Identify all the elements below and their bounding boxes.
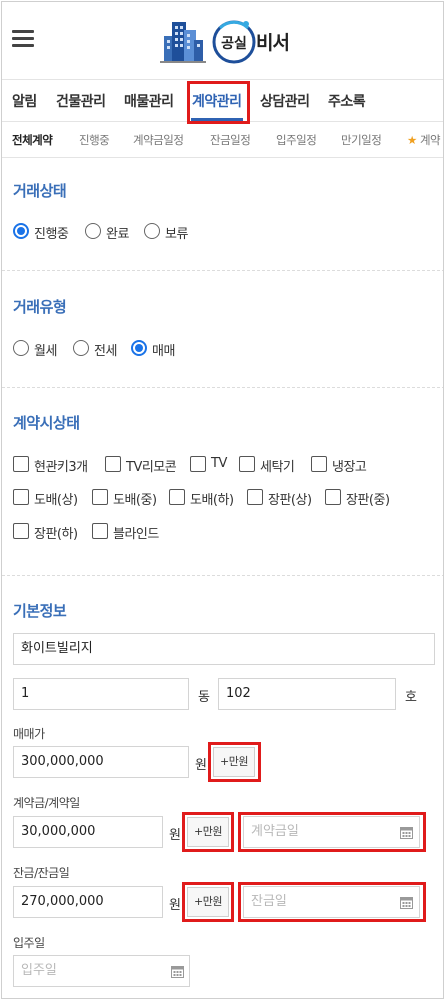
subtab-move-in-schedule[interactable]: 입주일정 <box>276 132 317 148</box>
checkbox-label-blinds: 블라인드 <box>113 527 159 542</box>
deposit-add-manwon-button[interactable]: +만원 <box>187 817 229 847</box>
calendar-icon[interactable] <box>400 826 413 839</box>
radio-status-hold[interactable] <box>144 223 160 239</box>
deposit-input[interactable]: 30,000,000 <box>13 816 163 848</box>
deposit-date-input[interactable]: 계약금일 <box>243 816 420 848</box>
tab-consultation-management[interactable]: 상담관리 <box>260 91 310 111</box>
building-name-input[interactable]: 화이트빌리지 <box>13 633 435 665</box>
checkbox-label-wallpaper-low: 도배(하) <box>190 493 234 508</box>
balance-won-label: 원 <box>169 898 181 913</box>
tab-notifications[interactable]: 알림 <box>12 91 37 111</box>
checkbox-label-floor-high: 장판(상) <box>268 493 312 508</box>
radio-type-sale[interactable] <box>131 340 147 356</box>
subtab-in-progress[interactable]: 진행중 <box>79 132 110 148</box>
section-title-deal-type: 거래유형 <box>13 298 67 316</box>
checkbox-label-floor-low: 장판(하) <box>34 527 78 542</box>
section-divider <box>2 387 443 388</box>
section-title-contract-state: 계약시상태 <box>13 414 80 432</box>
radio-status-complete[interactable] <box>85 223 101 239</box>
checkbox-label-floor-mid: 장판(중) <box>346 493 390 508</box>
tab-address-book[interactable]: 주소록 <box>328 91 366 111</box>
tab-building-management[interactable]: 건물관리 <box>56 91 106 111</box>
section-divider <box>2 575 443 576</box>
calendar-icon[interactable] <box>400 896 413 909</box>
dong-input[interactable]: 1 <box>13 678 189 710</box>
ho-unit-label: 호 <box>405 690 417 705</box>
section-divider <box>2 270 443 271</box>
sub-tab-bar: 전체계약 진행중 계약금일정 잔금일정 입주일정 만기일정 ★ 계약 <box>2 122 443 158</box>
subtab-deposit-schedule[interactable]: 계약금일정 <box>133 132 184 148</box>
subtab-expiry-schedule[interactable]: 만기일정 <box>341 132 382 148</box>
checkbox-label-washer: 세탁기 <box>260 460 295 475</box>
dong-unit-label: 동 <box>198 690 210 705</box>
deposit-won-label: 원 <box>169 828 181 843</box>
radio-type-jeonse[interactable] <box>73 340 89 356</box>
checkbox-label-wallpaper-mid: 도배(중) <box>113 493 157 508</box>
radio-label-in-progress: 진행중 <box>34 227 69 242</box>
balance-add-manwon-button[interactable]: +만원 <box>187 887 229 917</box>
checkbox-label-entrance-keys: 현관키3개 <box>34 460 88 475</box>
subtab-favorite-label: 계약 <box>419 133 441 147</box>
checkbox-label-wallpaper-high: 도배(상) <box>34 493 78 508</box>
section-title-deal-status: 거래상태 <box>13 182 67 200</box>
radio-label-monthly: 월세 <box>34 344 57 359</box>
checkbox-floor-high[interactable] <box>247 489 263 505</box>
subtab-all-contracts[interactable]: 전체계약 <box>12 132 53 148</box>
calendar-icon[interactable] <box>171 965 184 978</box>
checkbox-label-tv-remote: TV리모콘 <box>126 460 177 475</box>
sale-price-label: 매매가 <box>13 727 45 741</box>
checkbox-floor-low[interactable] <box>13 523 29 539</box>
checkbox-wallpaper-high[interactable] <box>13 489 29 505</box>
radio-status-in-progress[interactable] <box>13 223 29 239</box>
mobile-frame: 공실 비서 알림 건물관리 매물관리 계약관리 상담관리 주소록 전체계약 진행… <box>1 1 444 999</box>
menu-icon[interactable] <box>12 30 34 48</box>
sale-price-won-label: 원 <box>195 758 207 773</box>
tab-contract-management[interactable]: 계약관리 <box>192 91 242 111</box>
sale-price-add-manwon-button[interactable]: +만원 <box>213 747 255 777</box>
checkbox-washer[interactable] <box>239 456 255 472</box>
radio-label-sale: 매매 <box>152 344 175 359</box>
star-icon: ★ <box>407 133 417 147</box>
balance-date-input[interactable]: 잔금일 <box>243 886 420 918</box>
checkbox-floor-mid[interactable] <box>325 489 341 505</box>
logo-text-main: 공실 <box>221 36 247 52</box>
checkbox-label-tv: TV <box>211 456 227 471</box>
checkbox-tv[interactable] <box>190 456 206 472</box>
move-in-date-input[interactable]: 입주일 <box>13 955 190 987</box>
ho-input[interactable]: 102 <box>218 678 396 710</box>
active-tab-underline <box>191 118 243 121</box>
app-header: 공실 비서 <box>2 2 443 80</box>
section-title-basic-info: 기본정보 <box>13 602 67 620</box>
move-in-label: 입주일 <box>13 936 45 950</box>
checkbox-wallpaper-low[interactable] <box>169 489 185 505</box>
checkbox-wallpaper-mid[interactable] <box>92 489 108 505</box>
subtab-balance-schedule[interactable]: 잔금일정 <box>210 132 251 148</box>
tab-listing-management[interactable]: 매물관리 <box>124 91 174 111</box>
sale-price-input[interactable]: 300,000,000 <box>13 746 189 778</box>
checkbox-blinds[interactable] <box>92 523 108 539</box>
radio-label-complete: 완료 <box>106 227 129 242</box>
main-tab-bar: 알림 건물관리 매물관리 계약관리 상담관리 주소록 <box>2 80 443 122</box>
radio-type-monthly[interactable] <box>13 340 29 356</box>
checkbox-label-fridge: 냉장고 <box>332 460 367 475</box>
deposit-label: 계약금/계약일 <box>13 796 80 810</box>
radio-label-jeonse: 전세 <box>94 344 117 359</box>
checkbox-fridge[interactable] <box>311 456 327 472</box>
checkbox-entrance-keys[interactable] <box>13 456 29 472</box>
subtab-favorite-contracts[interactable]: ★ 계약 <box>407 132 441 148</box>
balance-input[interactable]: 270,000,000 <box>13 886 163 918</box>
checkbox-tv-remote[interactable] <box>105 456 121 472</box>
radio-label-hold: 보류 <box>165 227 188 242</box>
balance-label: 잔금/잔금일 <box>13 866 70 880</box>
logo-text-suffix: 비서 <box>256 32 290 54</box>
